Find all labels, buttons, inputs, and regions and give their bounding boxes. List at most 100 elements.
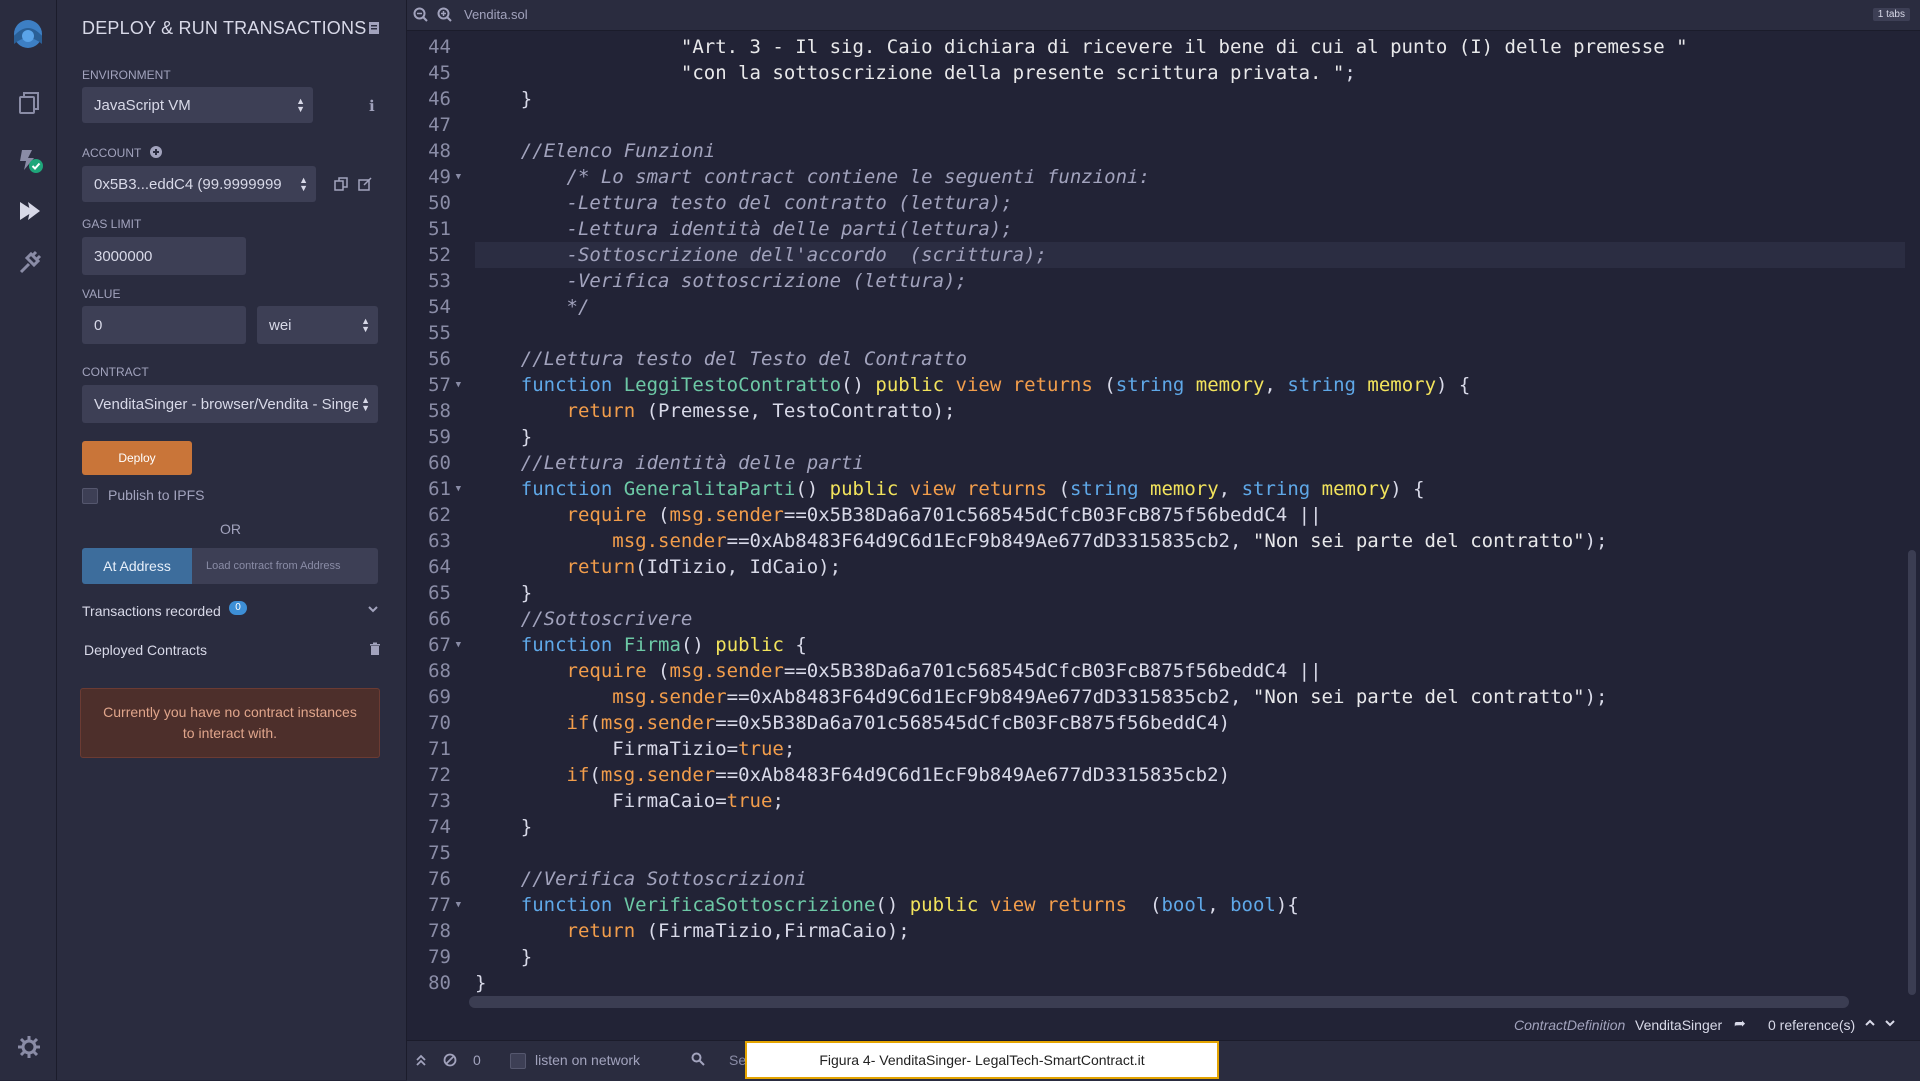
zoom-in-icon[interactable]: [437, 7, 453, 28]
remix-logo-icon[interactable]: [8, 14, 48, 54]
code-token: function: [520, 478, 613, 500]
line-number: 66: [407, 606, 463, 632]
code-line[interactable]: -Lettura testo del contratto (lettura);: [475, 190, 1905, 216]
code-line[interactable]: }: [475, 814, 1905, 840]
collapse-terminal-icon[interactable]: [415, 1053, 427, 1070]
code-line[interactable]: return (Premesse, TestoContratto);: [475, 398, 1905, 424]
tabs-count-badge[interactable]: 1 tabs: [1872, 8, 1910, 21]
code-line[interactable]: //Elenco Funzioni: [475, 138, 1905, 164]
gas-limit-input[interactable]: 3000000: [82, 237, 246, 275]
code-line[interactable]: function GeneralitaParti() public view r…: [475, 476, 1905, 502]
code-line[interactable]: }: [475, 944, 1905, 970]
environment-select[interactable]: JavaScript VM ▲ ▼: [82, 87, 313, 123]
line-number-text: 67: [428, 634, 451, 656]
code-line[interactable]: if(msg.sender==0xAb8483F64d9C6d1EcF9b849…: [475, 762, 1905, 788]
transactions-recorded-label[interactable]: Transactions recorded: [82, 603, 221, 619]
code-token: ,: [1218, 478, 1242, 500]
code-line[interactable]: -Verifica sottoscrizione (lettura);: [475, 268, 1905, 294]
vertical-scrollbar[interactable]: [1908, 550, 1916, 995]
code-token: }: [475, 582, 533, 604]
zoom-out-icon[interactable]: [413, 7, 429, 28]
code-line[interactable]: [475, 840, 1905, 866]
code-line[interactable]: msg.sender==0xAb8483F64d9C6d1EcF9b849Ae6…: [475, 684, 1905, 710]
deploy-button[interactable]: Deploy: [82, 441, 192, 475]
edit-icon[interactable]: [357, 176, 373, 192]
contract-select[interactable]: VenditaSinger - browser/Vendita - Singer…: [82, 385, 378, 423]
line-number: 73: [407, 788, 463, 814]
chevron-down-icon[interactable]: [367, 602, 379, 620]
account-select[interactable]: 0x5B3...eddC4 (99.9999999 ▲ ▼: [82, 166, 316, 202]
fold-arrow-icon[interactable]: ▼: [456, 892, 461, 918]
code-line[interactable]: //Sottoscrivere: [475, 606, 1905, 632]
code-token: //Sottoscrivere: [520, 608, 693, 630]
code-line[interactable]: if(msg.sender==0x5B38Da6a701c568545dCfcB…: [475, 710, 1905, 736]
code-line[interactable]: require (msg.sender==0x5B38Da6a701c56854…: [475, 502, 1905, 528]
trash-icon[interactable]: [369, 642, 381, 661]
horizontal-scrollbar[interactable]: [469, 996, 1849, 1008]
code-token: Firma: [623, 634, 681, 656]
code-line[interactable]: /* Lo smart contract contiene le seguent…: [475, 164, 1905, 190]
code-line[interactable]: return(IdTizio, IdCaio);: [475, 554, 1905, 580]
plugin-manager-icon[interactable]: [14, 248, 44, 278]
code-line[interactable]: "Art. 3 - Il sig. Caio dichiara di ricev…: [475, 34, 1905, 60]
goto-definition-icon[interactable]: ➦: [1734, 1015, 1746, 1032]
code-line[interactable]: -Sottoscrizione dell'accordo (scrittura)…: [475, 242, 1905, 268]
terminal-search-input[interactable]: Se: [729, 1052, 746, 1068]
publish-ipfs-checkbox[interactable]: [82, 488, 98, 504]
chevron-down-icon[interactable]: [1884, 1016, 1896, 1032]
code-line[interactable]: }: [475, 86, 1905, 112]
code-line[interactable]: [475, 320, 1905, 346]
code-line[interactable]: [475, 112, 1905, 138]
line-number-gutter: 44 45 46 47 48 49 ▼ 50 51 52 53 54 55 56 57 ▼ 58 59 60 61 ▼ 6…: [407, 34, 463, 996]
code-line[interactable]: }: [475, 580, 1905, 606]
code-line[interactable]: msg.sender==0xAb8483F64d9C6d1EcF9b849Ae6…: [475, 528, 1905, 554]
fold-arrow-icon[interactable]: ▼: [456, 476, 461, 502]
add-account-icon[interactable]: [149, 145, 165, 161]
code-content[interactable]: "Art. 3 - Il sig. Caio dichiara di ricev…: [475, 34, 1905, 996]
info-icon[interactable]: ℹ: [369, 97, 385, 115]
code-line[interactable]: function LeggiTestoContratto() public vi…: [475, 372, 1905, 398]
code-line[interactable]: function VerificaSottoscrizione() public…: [475, 892, 1905, 918]
settings-gear-icon[interactable]: [14, 1032, 44, 1062]
copy-icon[interactable]: [333, 176, 349, 192]
load-address-input[interactable]: Load contract from Address: [192, 548, 378, 584]
code-token: memory: [1321, 478, 1391, 500]
file-explorer-icon[interactable]: [14, 88, 44, 118]
code-line[interactable]: "con la sottoscrizione della presente sc…: [475, 60, 1905, 86]
chevron-up-icon[interactable]: [1864, 1016, 1876, 1032]
docs-icon[interactable]: [366, 20, 382, 36]
value-unit-select[interactable]: wei ▲ ▼: [257, 306, 378, 344]
fold-arrow-icon[interactable]: ▼: [456, 164, 461, 190]
code-line[interactable]: return (FirmaTizio,FirmaCaio);: [475, 918, 1905, 944]
code-line[interactable]: require (msg.sender==0x5B38Da6a701c56854…: [475, 658, 1905, 684]
code-line[interactable]: */: [475, 294, 1905, 320]
code-line[interactable]: }: [475, 424, 1905, 450]
code-line[interactable]: //Lettura testo del Testo del Contratto: [475, 346, 1905, 372]
listen-network-checkbox[interactable]: [510, 1053, 526, 1069]
code-line[interactable]: //Lettura identità delle parti: [475, 450, 1905, 476]
editor-status-line: ContractDefinition VenditaSinger ➦ 0 ref…: [407, 1012, 1920, 1038]
line-number-text: 48: [428, 140, 451, 162]
deploy-run-icon[interactable]: [14, 196, 44, 226]
code-line[interactable]: }: [475, 970, 1905, 996]
at-address-button[interactable]: At Address: [82, 548, 192, 584]
code-line[interactable]: -Lettura identità delle parti(lettura);: [475, 216, 1905, 242]
compiler-icon[interactable]: [14, 144, 44, 174]
fold-arrow-icon[interactable]: ▼: [456, 372, 461, 398]
code-line[interactable]: function Firma() public {: [475, 632, 1905, 658]
line-number: 79: [407, 944, 463, 970]
fold-arrow-icon[interactable]: ▼: [456, 632, 461, 658]
code-line[interactable]: FirmaCaio=true;: [475, 788, 1905, 814]
code-line[interactable]: //Verifica Sottoscrizioni: [475, 866, 1905, 892]
clear-terminal-icon[interactable]: [443, 1053, 457, 1070]
value-input[interactable]: 0: [82, 306, 246, 344]
tab-vendita-sol[interactable]: Vendita.sol: [464, 7, 528, 22]
select-caret-icon: ▲ ▼: [296, 96, 305, 114]
code-line[interactable]: FirmaTizio=true;: [475, 736, 1905, 762]
code-token: (): [680, 634, 716, 656]
